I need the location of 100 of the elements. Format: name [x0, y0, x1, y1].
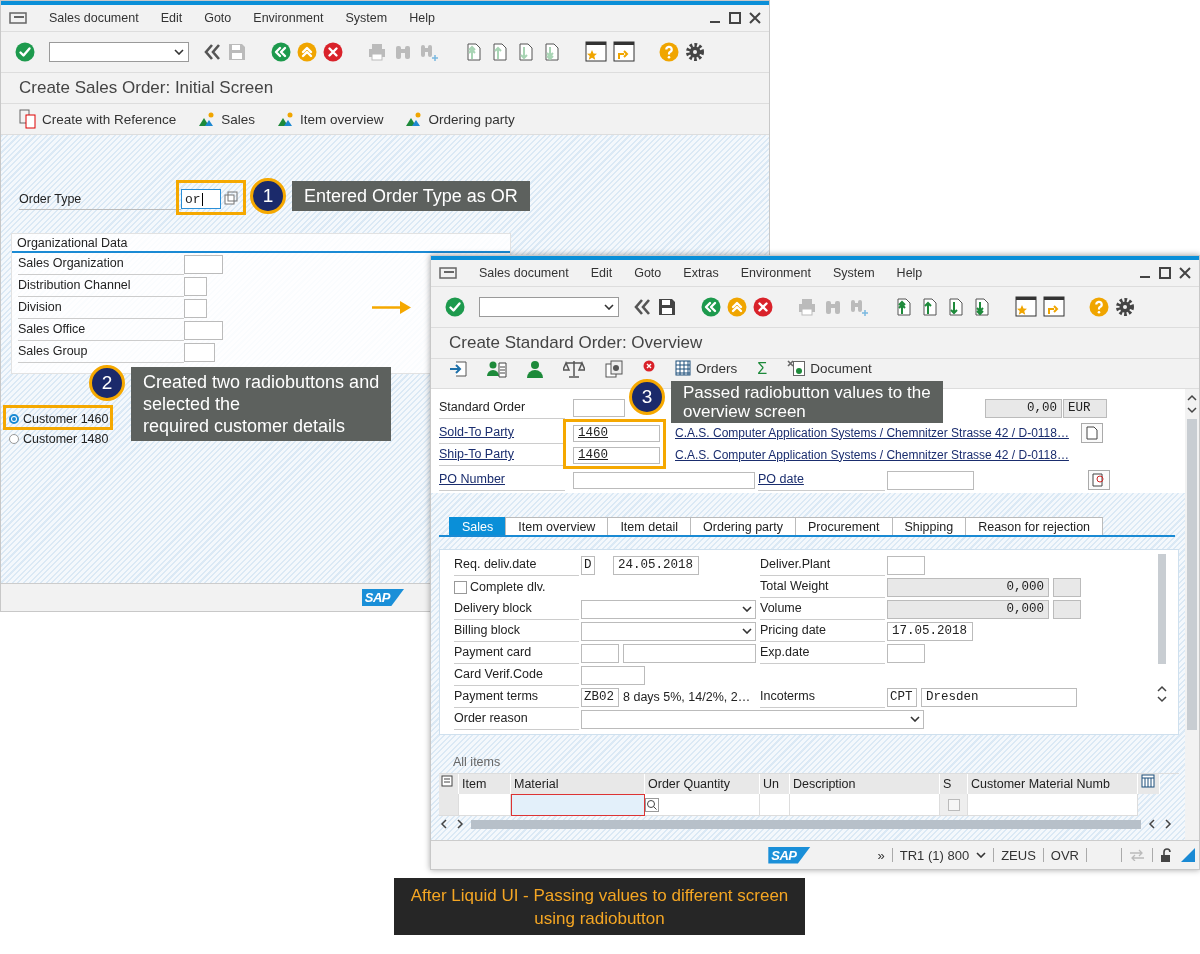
settings-icon[interactable] — [1115, 297, 1135, 317]
maximize-icon[interactable] — [729, 12, 741, 24]
input-field[interactable]: 1460 — [573, 446, 660, 464]
double-chevron-icon[interactable] — [203, 42, 221, 62]
cancel-icon[interactable] — [323, 42, 343, 62]
caret-icon[interactable] — [976, 852, 987, 858]
scroll-left-icon[interactable] — [1147, 818, 1157, 830]
scroll-left-icon[interactable] — [439, 818, 449, 830]
expand-toggle[interactable]: » — [877, 847, 885, 863]
input-field[interactable] — [184, 276, 207, 296]
menu-item[interactable]: System — [832, 266, 875, 280]
scrollbar-thumb[interactable] — [1187, 419, 1197, 730]
toolbar-button[interactable]: Sales — [198, 111, 256, 127]
search-icon[interactable] — [645, 797, 659, 812]
input-field[interactable] — [184, 298, 207, 318]
input-field[interactable] — [887, 470, 974, 490]
help-icon[interactable] — [1089, 297, 1109, 317]
date-field[interactable]: 17.05.2018 — [887, 621, 973, 641]
input-field[interactable]: CPT — [887, 687, 917, 707]
input-field[interactable]: D — [581, 555, 595, 575]
select-all-icon[interactable] — [441, 774, 455, 788]
tab[interactable]: Item detail — [607, 517, 692, 535]
document-button[interactable] — [1080, 423, 1103, 443]
field-link[interactable]: PO Number — [439, 469, 565, 491]
toolbar-button[interactable]: Σ — [757, 360, 768, 378]
check-icon[interactable] — [445, 297, 465, 317]
back-icon[interactable] — [271, 42, 291, 62]
scroll-down-icon[interactable] — [1156, 694, 1168, 704]
toolbar-button[interactable]: Orders — [675, 360, 738, 376]
maximize-icon[interactable] — [1159, 267, 1171, 279]
scroll-right-icon[interactable] — [1163, 818, 1173, 830]
check-icon[interactable] — [15, 42, 35, 62]
order-type-field[interactable]: or — [181, 189, 221, 209]
close-icon[interactable] — [749, 12, 761, 24]
party-link[interactable]: C.A.S. Computer Application Systems / Chemnitzer Strasse 42 / D-0118… — [675, 425, 1069, 441]
menu-item[interactable]: Environment — [740, 266, 811, 280]
menu-item[interactable]: Environment — [253, 11, 324, 25]
column-header[interactable]: Un — [760, 774, 790, 794]
copy-icon[interactable] — [605, 360, 623, 378]
print-icon[interactable] — [367, 42, 387, 62]
settings-icon[interactable] — [685, 42, 705, 62]
checkbox[interactable]: Complete dlv. — [454, 580, 756, 594]
input-field[interactable] — [887, 643, 925, 663]
input-field[interactable] — [581, 665, 645, 685]
menu-item[interactable]: Edit — [590, 266, 613, 280]
column-header[interactable]: Item — [459, 774, 511, 794]
cancel-icon[interactable] — [753, 297, 773, 317]
scales-icon[interactable] — [563, 360, 585, 378]
input-field[interactable] — [887, 555, 925, 575]
menu-item[interactable]: Help — [409, 11, 435, 25]
date-field[interactable]: 24.05.2018 — [613, 555, 699, 575]
input-field[interactable]: Dresden — [921, 687, 1077, 707]
party-link[interactable]: C.A.S. Computer Application Systems / Chemnitzer Strasse 42 / D-0118… — [675, 447, 1069, 463]
tab[interactable]: Procurement — [794, 517, 893, 535]
input-field[interactable]: 1460 — [573, 424, 660, 442]
scroll-up-icon[interactable] — [1186, 393, 1198, 403]
up-icon[interactable] — [727, 297, 747, 317]
new-window-icon[interactable] — [1015, 296, 1037, 318]
person-icon[interactable] — [527, 360, 543, 378]
person-list-icon[interactable] — [487, 360, 507, 378]
input-field[interactable] — [184, 342, 215, 362]
up-icon[interactable] — [297, 42, 317, 62]
radio-button[interactable]: Customer 1480 — [9, 432, 109, 446]
dropdown[interactable] — [581, 621, 756, 641]
table-cell[interactable] — [511, 794, 645, 816]
scroll-right-icon[interactable] — [455, 818, 465, 830]
input-field[interactable] — [573, 471, 755, 489]
tab[interactable]: Sales — [449, 517, 507, 535]
field-link[interactable]: Sold-To Party — [439, 422, 563, 444]
double-chevron-icon[interactable] — [633, 297, 651, 317]
column-header[interactable]: S — [940, 774, 968, 794]
menu-icon[interactable] — [9, 11, 27, 25]
menu-item[interactable]: Edit — [160, 11, 183, 25]
input-field[interactable] — [581, 643, 619, 663]
column-header[interactable]: Material — [511, 774, 645, 794]
menu-item[interactable]: Extras — [683, 266, 719, 280]
scroll-down-icon[interactable] — [1186, 405, 1198, 415]
menu-icon[interactable] — [439, 266, 457, 280]
help-icon[interactable] — [659, 42, 679, 62]
menu-item[interactable]: Goto — [634, 266, 662, 280]
input-field[interactable]: ZB02 — [581, 687, 619, 707]
column-header[interactable]: Customer Material Numb — [968, 774, 1138, 794]
dropdown[interactable] — [581, 599, 756, 619]
column-settings-icon[interactable] — [1141, 774, 1155, 788]
input-field[interactable] — [623, 643, 756, 663]
save-icon[interactable] — [657, 297, 677, 317]
tab[interactable]: Ordering party — [690, 517, 796, 535]
toolbar-button[interactable]: Create with Reference — [19, 109, 177, 129]
scrollbar-thumb[interactable] — [471, 819, 1141, 829]
menu-item[interactable]: System — [345, 11, 388, 25]
display-button[interactable] — [1088, 470, 1110, 490]
menu-item[interactable]: Goto — [204, 11, 232, 25]
field-link[interactable]: PO date — [758, 469, 885, 491]
toolbar-button[interactable]: Item overview — [277, 111, 384, 127]
column-header[interactable]: Description — [790, 774, 940, 794]
print-icon[interactable] — [797, 297, 817, 317]
command-field[interactable] — [479, 297, 619, 317]
command-field[interactable] — [49, 42, 189, 62]
tab[interactable]: Item overview — [505, 517, 609, 535]
close-icon[interactable] — [1179, 267, 1191, 279]
